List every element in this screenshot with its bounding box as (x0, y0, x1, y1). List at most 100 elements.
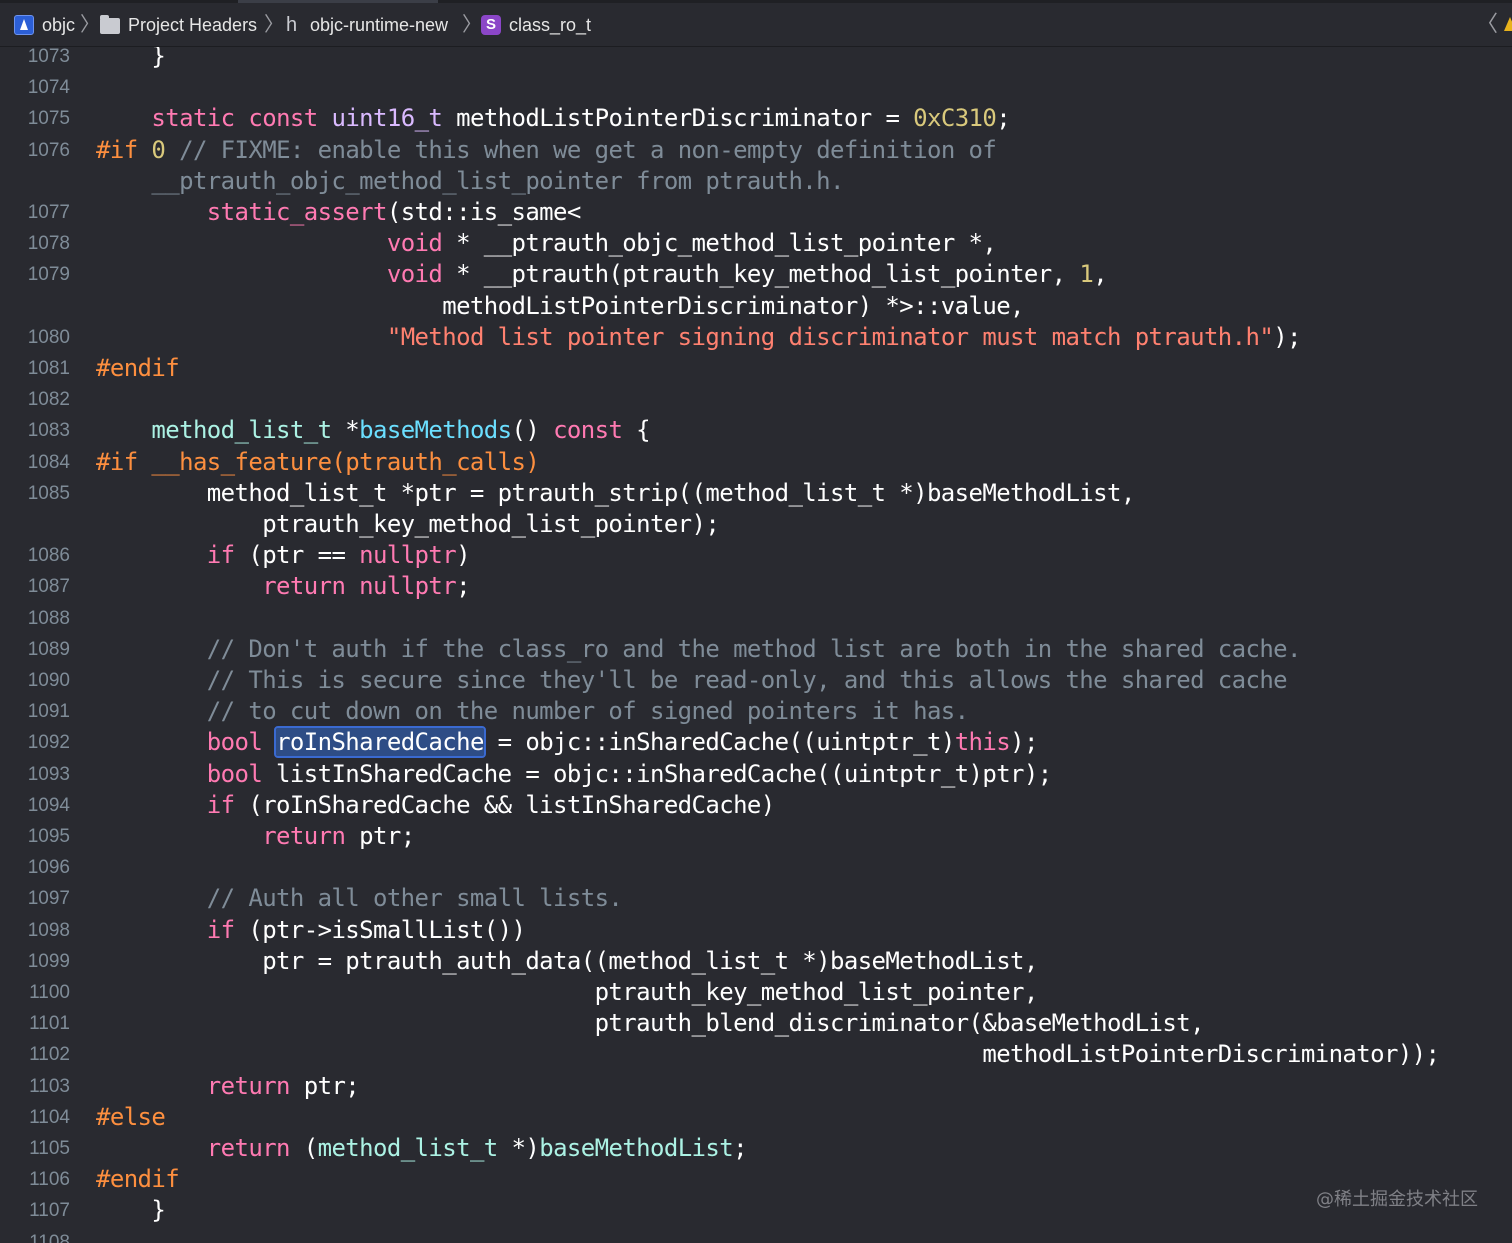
breadcrumb-item-symbol[interactable]: S class_ro_t (481, 13, 591, 37)
code-text[interactable]: void * __ptrauth_objc_method_list_pointe… (96, 228, 997, 259)
code-line[interactable]: 1083 method_list_t *baseMethods() const … (0, 415, 1512, 446)
code-line[interactable]: 1082 (0, 384, 1512, 415)
code-line[interactable]: 1105 return (method_list_t *)baseMethodL… (0, 1133, 1512, 1164)
code-text[interactable]: static const uint16_t methodListPointerD… (96, 103, 1010, 134)
code-line[interactable]: 1080 "Method list pointer signing discri… (0, 322, 1512, 353)
code-text[interactable]: return nullptr; (96, 571, 470, 602)
code-line[interactable]: 1079 void * __ptrauth(ptrauth_key_method… (0, 259, 1512, 290)
code-text[interactable]: void * __ptrauth(ptrauth_key_method_list… (96, 259, 1108, 290)
code-line[interactable]: 1092 bool roInSharedCache = objc::inShar… (0, 726, 1512, 759)
line-number[interactable]: 1108 (0, 1227, 70, 1243)
code-text[interactable]: method_list_t *baseMethods() const { (96, 415, 650, 446)
code-line[interactable]: 1102 methodListPointerDiscriminator)); (0, 1039, 1512, 1070)
code-text[interactable]: return ptr; (96, 1071, 360, 1102)
code-line[interactable]: 1081 #endif (0, 353, 1512, 384)
code-text[interactable]: #endif (96, 353, 180, 384)
code-line[interactable]: 1077 static_assert(std::is_same< (0, 197, 1512, 228)
code-line[interactable]: methodListPointerDiscriminator) *>::valu… (0, 291, 1512, 322)
line-number[interactable]: 1085 (0, 478, 70, 509)
line-number[interactable]: 1074 (0, 72, 70, 103)
line-number[interactable]: 1100 (0, 977, 70, 1008)
line-number[interactable]: 1095 (0, 821, 70, 852)
warning-icon[interactable] (1504, 17, 1512, 31)
line-number[interactable]: 1087 (0, 571, 70, 602)
code-text[interactable]: methodListPointerDiscriminator) *>::valu… (96, 291, 1024, 322)
code-text[interactable]: // Don't auth if the class_ro and the me… (96, 634, 1302, 665)
source-editor[interactable]: 1073 } 1074 1075 static const uint16_t met… (0, 47, 1512, 1243)
code-text[interactable]: methodListPointerDiscriminator)); (96, 1039, 1440, 1070)
line-number[interactable]: 1090 (0, 665, 70, 696)
code-text[interactable]: ptrauth_key_method_list_pointer, (96, 977, 1039, 1008)
code-line[interactable]: 1073 } (0, 47, 1512, 72)
code-text[interactable]: ptrauth_key_method_list_pointer); (96, 509, 720, 540)
code-line[interactable]: 1108 (0, 1227, 1512, 1243)
line-number[interactable]: 1083 (0, 415, 70, 446)
code-line[interactable]: 1101 ptrauth_blend_discriminator(&baseMe… (0, 1008, 1512, 1039)
code-line[interactable]: 1085 method_list_t *ptr = ptrauth_strip(… (0, 478, 1512, 509)
code-line[interactable]: 1093 bool listInSharedCache = objc::inSh… (0, 759, 1512, 790)
line-number[interactable]: 1105 (0, 1133, 70, 1164)
line-number[interactable]: 1097 (0, 883, 70, 914)
code-line[interactable]: 1098 if (ptr->isSmallList()) (0, 915, 1512, 946)
code-line[interactable]: __ptrauth_objc_method_list_pointer from … (0, 166, 1512, 197)
code-text[interactable]: if (ptr == nullptr) (96, 540, 471, 571)
code-line[interactable]: 1103 return ptr; (0, 1071, 1512, 1102)
line-number[interactable]: 1086 (0, 540, 70, 571)
code-text[interactable]: } (96, 47, 165, 72)
line-number[interactable]: 1079 (0, 259, 70, 290)
line-number[interactable]: 1077 (0, 197, 70, 228)
line-number[interactable]: 1076 (0, 135, 70, 166)
code-line[interactable]: 1089 // Don't auth if the class_ro and t… (0, 634, 1512, 665)
line-number[interactable]: 1096 (0, 852, 70, 883)
code-text[interactable]: "Method list pointer signing discriminat… (96, 322, 1302, 353)
line-number[interactable]: 1093 (0, 759, 70, 790)
code-line[interactable]: 1107 } (0, 1195, 1512, 1226)
code-line[interactable]: 1075 static const uint16_t methodListPoi… (0, 103, 1512, 134)
breadcrumb-item-file[interactable]: h objc-runtime-new (286, 13, 448, 37)
line-number[interactable]: 1088 (0, 603, 70, 634)
code-line[interactable]: 1094 if (roInSharedCache && listInShared… (0, 790, 1512, 821)
line-number[interactable]: 1078 (0, 228, 70, 259)
line-number[interactable]: 1092 (0, 727, 70, 758)
code-text[interactable]: } (96, 1195, 165, 1226)
code-line[interactable]: 1095 return ptr; (0, 821, 1512, 852)
code-text[interactable]: // Auth all other small lists. (96, 883, 623, 914)
code-line[interactable]: 1076 #if 0 // FIXME: enable this when we … (0, 135, 1512, 166)
code-text[interactable]: return (method_list_t *)baseMethodList; (96, 1133, 748, 1164)
line-number[interactable]: 1073 (0, 47, 70, 72)
line-number[interactable]: 1101 (0, 1008, 70, 1039)
code-text[interactable]: #endif (96, 1164, 180, 1195)
code-text[interactable]: ptrauth_blend_discriminator(&baseMethodL… (96, 1008, 1205, 1039)
code-text[interactable]: __ptrauth_objc_method_list_pointer from … (96, 166, 844, 197)
code-text[interactable]: #if __has_feature(ptrauth_calls) (96, 447, 540, 478)
code-line[interactable]: 1091 // to cut down on the number of sig… (0, 696, 1512, 727)
code-text[interactable]: return ptr; (96, 821, 415, 852)
breadcrumb-item-project[interactable]: objc (14, 13, 75, 37)
code-line[interactable]: 1104 #else (0, 1102, 1512, 1133)
code-text[interactable]: static_assert(std::is_same< (96, 197, 582, 228)
code-line[interactable]: 1086 if (ptr == nullptr) (0, 540, 1512, 571)
code-line[interactable]: 1087 return nullptr; (0, 571, 1512, 602)
line-number[interactable]: 1089 (0, 634, 70, 665)
code-text[interactable]: bool listInSharedCache = objc::inSharedC… (96, 759, 1052, 790)
line-number[interactable]: 1102 (0, 1039, 70, 1070)
code-text[interactable]: bool roInSharedCache = objc::inSharedCac… (96, 726, 1038, 759)
code-text[interactable]: ptr = ptrauth_auth_data((method_list_t *… (96, 946, 1038, 977)
code-line[interactable]: 1097 // Auth all other small lists. (0, 883, 1512, 914)
line-number[interactable]: 1098 (0, 915, 70, 946)
code-line[interactable]: 1096 (0, 852, 1512, 883)
line-number[interactable]: 1099 (0, 946, 70, 977)
line-number[interactable]: 1104 (0, 1102, 70, 1133)
line-number[interactable]: 1103 (0, 1071, 70, 1102)
code-text[interactable]: #else (96, 1102, 166, 1133)
code-line[interactable]: 1078 void * __ptrauth_objc_method_list_p… (0, 228, 1512, 259)
code-line[interactable]: 1084 #if __has_feature(ptrauth_calls) (0, 447, 1512, 478)
code-text[interactable]: method_list_t *ptr = ptrauth_strip((meth… (96, 478, 1136, 509)
code-text[interactable]: if (ptr->isSmallList()) (96, 915, 526, 946)
code-text[interactable]: // This is secure since they'll be read-… (96, 665, 1288, 696)
line-number[interactable]: 1081 (0, 353, 70, 384)
code-line[interactable]: 1099 ptr = ptrauth_auth_data((method_lis… (0, 946, 1512, 977)
code-line[interactable]: 1090 // This is secure since they'll be … (0, 665, 1512, 696)
line-number[interactable]: 1082 (0, 384, 70, 415)
line-number[interactable]: 1091 (0, 696, 70, 727)
